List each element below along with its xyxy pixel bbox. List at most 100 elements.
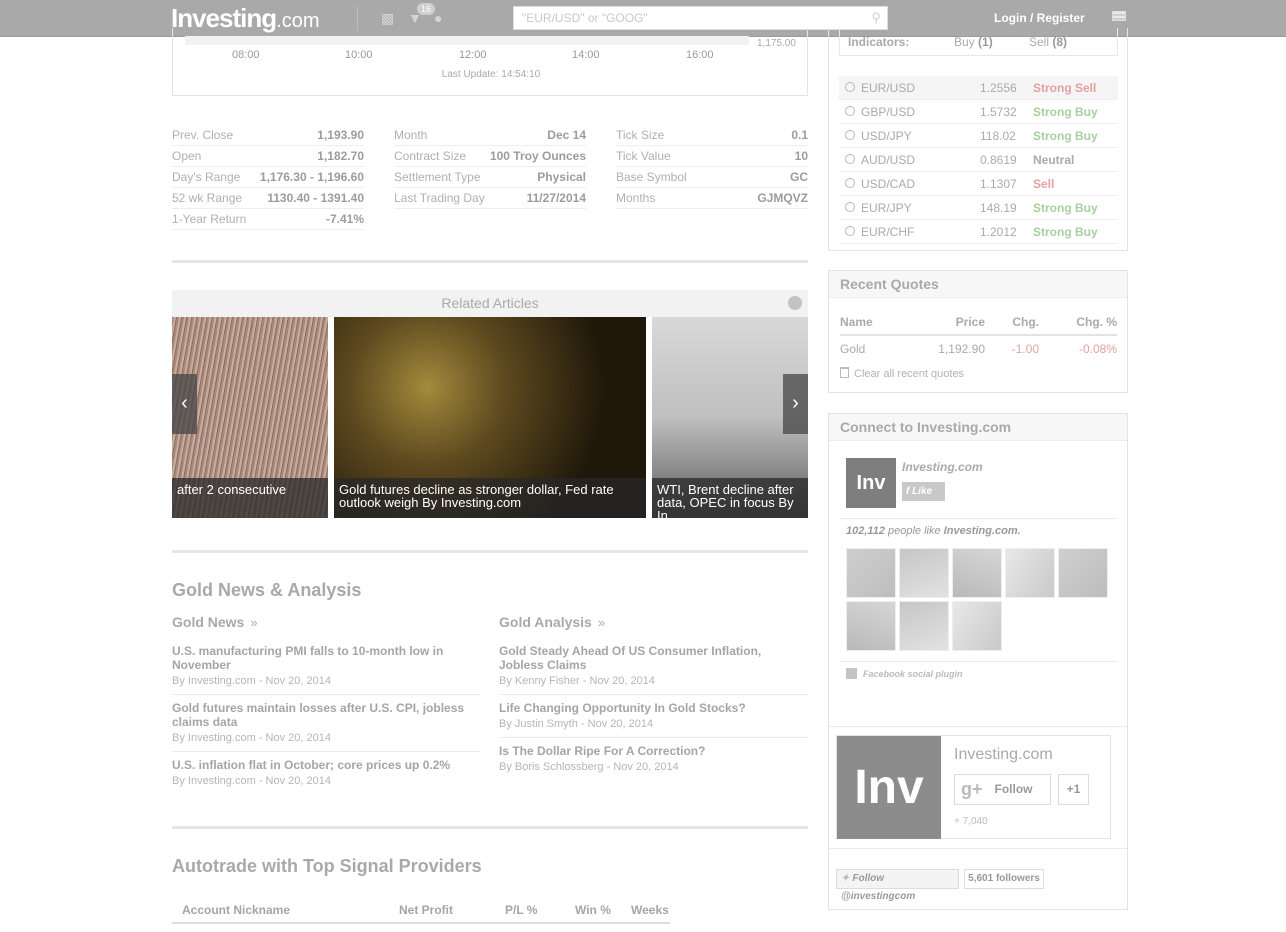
plus-one-button[interactable]: +1 <box>1058 774 1089 805</box>
currency-symbol[interactable]: EUR/JPY <box>861 201 912 215</box>
avatar[interactable] <box>846 548 896 598</box>
currency-symbol[interactable]: USD/JPY <box>861 129 912 143</box>
column-header[interactable]: Name <box>840 315 873 329</box>
stat-value: 1,193.90 <box>317 128 364 142</box>
gold-analysis-link[interactable]: Gold Analysis » <box>499 614 605 630</box>
clear-recent-quotes-link[interactable]: Clear all recent quotes <box>840 367 964 380</box>
section-divider <box>172 826 808 829</box>
fb-page-name[interactable]: Investing.com <box>902 460 983 474</box>
currency-symbol[interactable]: USD/CAD <box>861 177 915 191</box>
avatar[interactable] <box>846 601 896 651</box>
column-header[interactable]: Price <box>956 315 985 329</box>
column-header[interactable]: Net Profit <box>399 903 453 917</box>
divider <box>829 848 1127 849</box>
avatar[interactable] <box>1005 548 1055 598</box>
twitter-followers-count[interactable]: 5,601 followers <box>964 869 1044 889</box>
recent-quotes-title: Recent Quotes <box>829 271 1127 298</box>
signal-label: Neutral <box>1033 153 1075 167</box>
stat-label: Settlement Type <box>394 170 481 184</box>
avatar[interactable] <box>952 601 1002 651</box>
likes-page[interactable]: Investing.com. <box>944 525 1021 537</box>
article-slide[interactable]: Gold futures decline as stronger dollar,… <box>334 317 646 518</box>
currency-symbol[interactable]: EUR/CHF <box>861 225 914 239</box>
avatar[interactable] <box>952 548 1002 598</box>
table-row[interactable]: Gold 1,192.90 -1.00 -0.08% <box>840 342 1117 360</box>
raquo-icon: » <box>597 615 606 630</box>
column-header[interactable]: Win % <box>575 903 611 917</box>
gplus-page-name[interactable]: Investing.com <box>954 746 1053 764</box>
google-plus-icon: g+ <box>961 779 983 799</box>
currency-symbol[interactable]: AUD/USD <box>861 153 915 167</box>
currency-signal-row[interactable]: GBP/USD 1.5732 Strong Buy <box>839 100 1118 124</box>
us-flag-icon[interactable] <box>1112 11 1126 21</box>
stat-value: GJMQVZ <box>757 191 808 205</box>
globe-icon[interactable]: ● <box>434 10 442 26</box>
stat-value: 10 <box>794 149 808 163</box>
column-header[interactable]: Chg. <box>1012 315 1039 329</box>
news-title-link[interactable]: U.S. inflation flat in October; core pri… <box>172 758 480 772</box>
gold-news-link[interactable]: Gold News » <box>172 614 258 630</box>
column-header[interactable]: Weeks <box>631 903 669 917</box>
stat-value: 1,182.70 <box>317 149 364 163</box>
twitter-follow-button[interactable]: ✦ Follow @investingcom <box>836 869 959 902</box>
search-input[interactable] <box>514 7 854 29</box>
divider <box>839 661 1118 662</box>
briefcase-icon[interactable]: ▩ <box>381 10 394 27</box>
chart-x-tick: 12:00 <box>459 49 487 61</box>
likes-count: 102,112 <box>846 525 885 537</box>
chart-x-tick: 14:00 <box>572 49 600 61</box>
stat-label: Prev. Close <box>172 128 234 142</box>
owl-icon <box>788 296 802 310</box>
analysis-title-link[interactable]: Is The Dollar Ripe For A Correction? <box>499 744 808 758</box>
investing-gplus-logo[interactable]: Inv <box>837 736 941 839</box>
currency-symbol[interactable]: EUR/USD <box>861 81 915 95</box>
currency-signal-row[interactable]: EUR/CHF 1.2012 Strong Buy <box>839 220 1118 244</box>
analysis-title-link[interactable]: Gold Steady Ahead Of US Consumer Inflati… <box>499 644 808 672</box>
fb-social-plugin-label[interactable]: Facebook social plugin <box>846 668 963 679</box>
currency-price: 118.02 <box>980 129 1016 143</box>
avatar[interactable] <box>1058 548 1108 598</box>
currency-price: 148.19 <box>980 201 1017 215</box>
currency-signal-row[interactable]: USD/JPY 118.02 Strong Buy <box>839 124 1118 148</box>
news-title-link[interactable]: U.S. manufacturing PMI falls to 10-month… <box>172 644 480 672</box>
currency-signal-row[interactable]: AUD/USD 0.8619 Neutral <box>839 148 1118 172</box>
avatar[interactable] <box>899 601 949 651</box>
stat-row: Open 1,182.70 <box>172 146 364 167</box>
chart-x-tick: 16:00 <box>686 49 714 61</box>
plugin-label: Facebook social plugin <box>863 669 963 679</box>
stat-value: 1,176.30 - 1,196.60 <box>259 170 364 184</box>
currency-symbol[interactable]: GBP/USD <box>861 105 915 119</box>
stat-label: Tick Size <box>616 128 665 142</box>
investing-page-logo[interactable]: Inv <box>846 458 896 508</box>
stat-value: -7.41% <box>325 212 364 226</box>
signal-label: Strong Buy <box>1033 105 1098 119</box>
facebook-like-button[interactable]: f Like <box>902 482 945 501</box>
sell-label: Sell <box>1029 35 1050 49</box>
login-register-link[interactable]: Login / Register <box>994 11 1085 25</box>
stat-value: 1130.40 - 1391.40 <box>267 191 364 205</box>
chevron-right-icon[interactable]: › <box>783 374 808 434</box>
analysis-meta: By Kenny Fisher - Nov 20, 2014 <box>499 675 655 687</box>
currency-signal-row[interactable]: EUR/JPY 148.19 Strong Buy <box>839 196 1118 220</box>
column-header[interactable]: P/L % <box>505 903 537 917</box>
stat-label: 52 wk Range <box>172 191 243 205</box>
quote-name[interactable]: Gold <box>840 342 865 356</box>
column-header[interactable]: Account Nickname <box>182 903 290 917</box>
recent-quotes-box: Recent Quotes Name Price Chg. Chg. % Gol… <box>828 270 1128 393</box>
trash-icon <box>840 367 849 378</box>
chevron-left-icon[interactable]: ‹ <box>172 374 197 434</box>
column-header[interactable]: Chg. % <box>1076 315 1117 329</box>
avatar[interactable] <box>899 548 949 598</box>
connect-title: Connect to Investing.com <box>829 414 1127 441</box>
gplus-follow-button[interactable]: g+ Follow <box>954 774 1051 805</box>
news-title-link[interactable]: Gold futures maintain losses after U.S. … <box>172 701 480 729</box>
currency-price: 1.2012 <box>980 225 1017 239</box>
stat-label: Day's Range <box>172 170 241 184</box>
currency-signal-row[interactable]: USD/CAD 1.1307 Sell <box>839 172 1118 196</box>
search-icon[interactable]: ⚲ <box>871 10 881 26</box>
analysis-title-link[interactable]: Life Changing Opportunity In Gold Stocks… <box>499 701 808 715</box>
buy-label: Buy <box>954 35 975 49</box>
follow-label: Follow <box>994 782 1033 796</box>
currency-signal-row[interactable]: EUR/USD 1.2556 Strong Sell <box>839 76 1118 100</box>
analysis-item: Is The Dollar Ripe For A Correction? By B… <box>499 738 808 780</box>
